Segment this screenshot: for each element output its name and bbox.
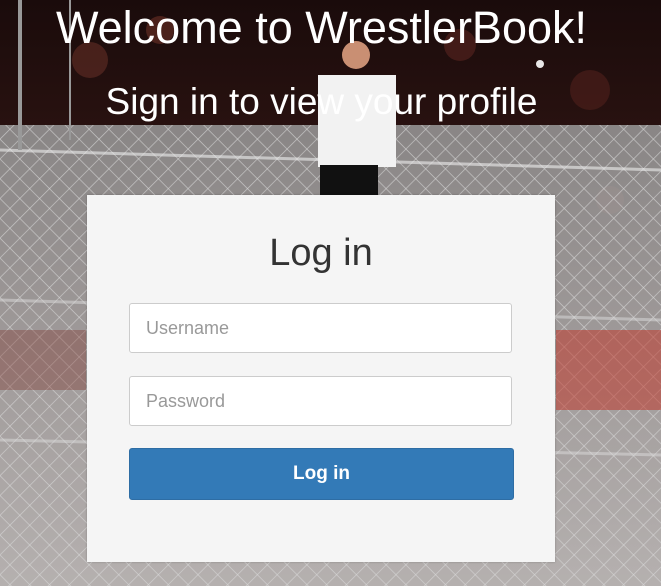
username-input[interactable] bbox=[129, 303, 512, 353]
login-button[interactable]: Log in bbox=[129, 448, 514, 500]
login-heading: Log in bbox=[269, 232, 373, 274]
login-page: Welcome to WrestlerBook! Sign in to view… bbox=[0, 0, 661, 586]
login-card: Log in Log in bbox=[87, 195, 555, 562]
welcome-heading: Welcome to WrestlerBook! bbox=[55, 2, 587, 53]
signin-subtitle: Sign in to view your profile bbox=[105, 81, 538, 122]
password-input[interactable] bbox=[129, 376, 512, 426]
